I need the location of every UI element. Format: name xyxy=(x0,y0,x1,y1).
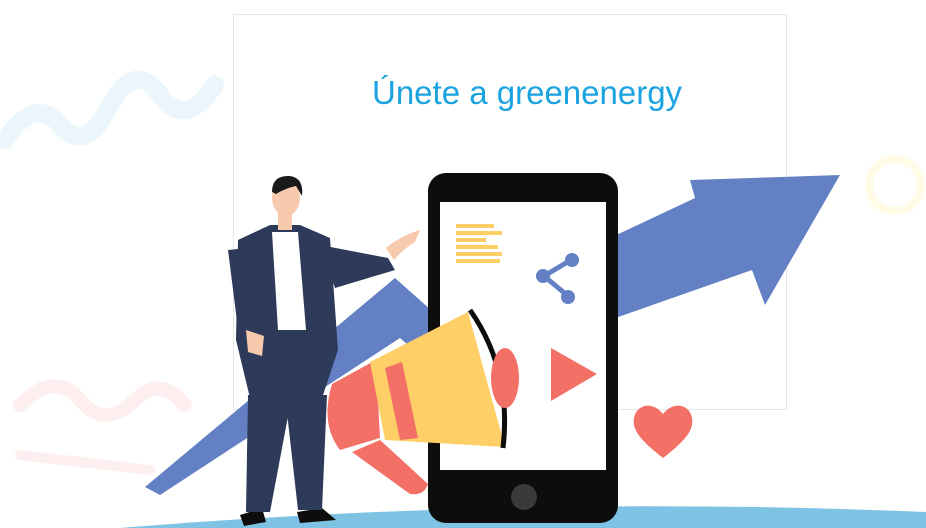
home-button-icon xyxy=(511,484,537,510)
promo-banner: Únete a greenenergy xyxy=(0,0,926,528)
heart-icon xyxy=(633,405,693,458)
illustration xyxy=(120,173,926,528)
